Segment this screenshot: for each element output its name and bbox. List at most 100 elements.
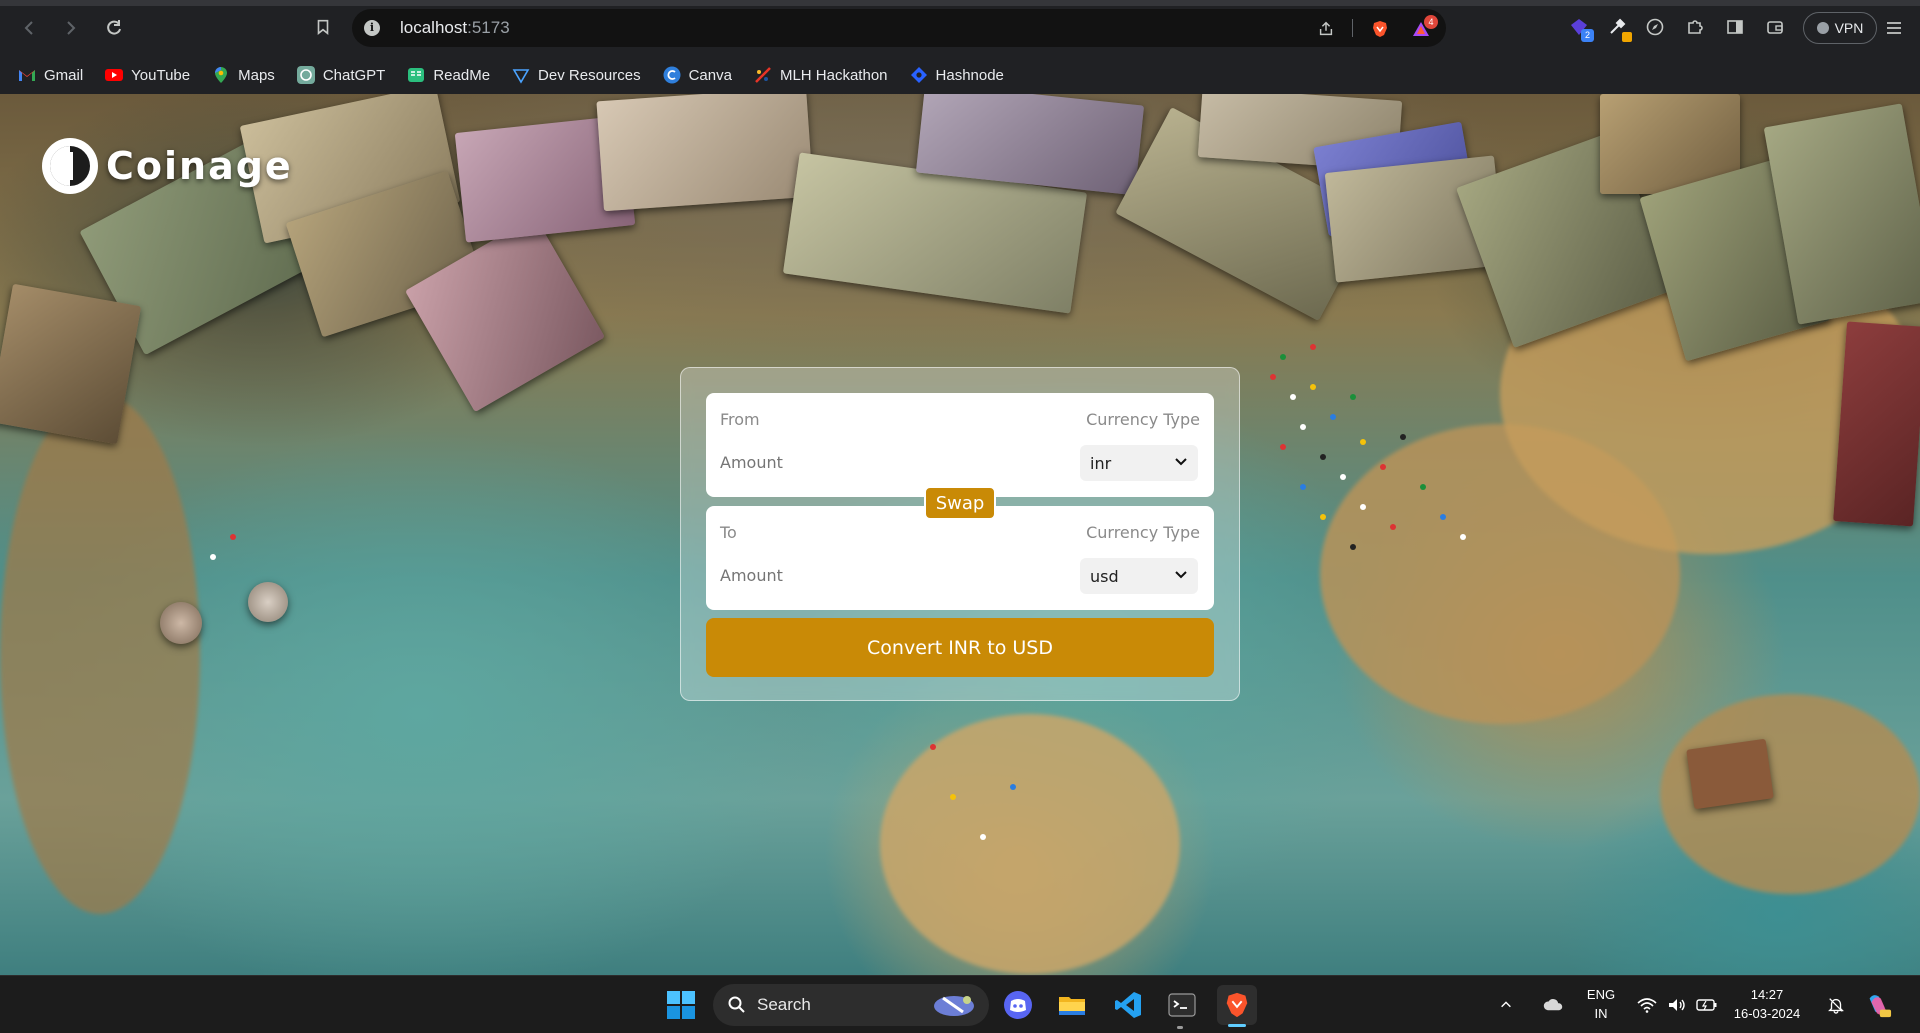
language-code: ENG xyxy=(1586,987,1616,1002)
banknote xyxy=(1833,321,1920,527)
swap-button[interactable]: Swap xyxy=(924,486,996,520)
region-code: IN xyxy=(1594,1006,1608,1021)
windows-taskbar: Search ENG IN 14:27 16-03-2024 xyxy=(0,975,1920,1033)
url-text: localhost:5173 xyxy=(400,18,510,38)
push-pin xyxy=(1310,344,1316,350)
forward-button[interactable] xyxy=(56,14,84,42)
wallet-button[interactable] xyxy=(1762,14,1788,40)
bell-icon xyxy=(1828,998,1844,1014)
url-port: :5173 xyxy=(467,18,510,37)
sidebar-icon xyxy=(1727,20,1743,34)
map-continent-south-america xyxy=(880,714,1180,974)
to-currency-value: usd xyxy=(1090,566,1119,586)
push-pin xyxy=(1320,514,1326,520)
battery-status[interactable] xyxy=(1694,985,1720,1025)
clock[interactable]: 14:27 16-03-2024 xyxy=(1732,985,1802,1023)
onedrive-button[interactable] xyxy=(1538,985,1568,1025)
running-indicator xyxy=(1177,1026,1183,1029)
taskbar-terminal[interactable] xyxy=(1162,985,1202,1025)
extension-3-button[interactable] xyxy=(1642,14,1668,40)
from-label: From xyxy=(720,410,760,429)
to-currency-select[interactable]: usd xyxy=(1080,558,1198,594)
chevron-down-icon xyxy=(1175,458,1187,466)
clock-date: 16-03-2024 xyxy=(1733,1006,1801,1021)
extensions-button[interactable] xyxy=(1682,14,1708,40)
from-currency-box: From Currency Type inr xyxy=(706,393,1214,497)
gmail-icon xyxy=(19,70,35,81)
back-button[interactable] xyxy=(16,14,44,42)
push-pin xyxy=(210,554,216,560)
chevron-down-icon xyxy=(1175,571,1187,579)
bookmark-gmail[interactable]: Gmail xyxy=(18,61,83,89)
chatgpt-icon xyxy=(296,66,315,84)
show-hidden-icons-button[interactable] xyxy=(1492,985,1520,1025)
bookmark-chatgpt[interactable]: ChatGPT xyxy=(296,61,385,89)
to-currency-box: To Currency Type usd xyxy=(706,506,1214,610)
sidebar-toggle-button[interactable] xyxy=(1722,14,1748,40)
taskbar-file-explorer[interactable] xyxy=(1052,985,1092,1025)
bookmark-youtube[interactable]: YouTube xyxy=(105,61,190,89)
push-pin xyxy=(1330,414,1336,420)
speaker-icon xyxy=(1669,999,1685,1011)
active-app-indicator xyxy=(1228,1024,1246,1027)
bookmark-hashnode[interactable]: Hashnode xyxy=(910,61,1004,89)
brave-rewards-button[interactable]: 4 xyxy=(1408,15,1438,41)
taskbar-search[interactable]: Search xyxy=(713,984,989,1026)
banknote xyxy=(0,283,142,445)
bookmark-dev-resources[interactable]: Dev Resources xyxy=(512,61,641,89)
to-amount-input[interactable] xyxy=(720,562,1040,588)
push-pin xyxy=(1420,484,1426,490)
address-bar[interactable]: i localhost:5173 4 xyxy=(352,9,1446,47)
page-viewport: Coinage From Currency Type inr To Curren… xyxy=(0,94,1920,975)
volume-status[interactable] xyxy=(1664,985,1690,1025)
cloud-icon xyxy=(1543,999,1563,1011)
app-logo[interactable]: Coinage xyxy=(42,138,293,194)
bookmark-canva[interactable]: Canva xyxy=(663,61,732,89)
browser-menu-button[interactable] xyxy=(1880,14,1908,42)
brave-lion-icon xyxy=(1373,21,1387,37)
from-currency-select[interactable]: inr xyxy=(1080,445,1198,481)
push-pin xyxy=(1290,394,1296,400)
bookmark-label: Maps xyxy=(238,66,275,84)
notifications-button[interactable] xyxy=(1822,985,1850,1025)
from-amount-input[interactable] xyxy=(720,449,1040,475)
push-pin xyxy=(930,744,936,750)
taskbar-search-label: Search xyxy=(757,995,811,1014)
tab-strip xyxy=(0,0,1920,6)
copilot-icon xyxy=(1869,995,1892,1018)
site-info-icon[interactable]: i xyxy=(364,20,380,36)
bookmark-readme[interactable]: ReadMe xyxy=(407,61,490,89)
bookmark-label: MLH Hackathon xyxy=(779,66,888,84)
push-pin xyxy=(1280,444,1286,450)
extension-2-button[interactable] xyxy=(1604,14,1632,42)
taskbar-discord[interactable] xyxy=(998,985,1038,1025)
app-logo-text: Coinage xyxy=(106,144,293,188)
taskbar-vscode[interactable] xyxy=(1108,985,1148,1025)
vpn-button[interactable]: VPN xyxy=(1803,12,1877,44)
push-pin xyxy=(1340,474,1346,480)
push-pin xyxy=(1300,484,1306,490)
vpn-status-icon xyxy=(1816,22,1829,34)
push-pin xyxy=(1360,439,1366,445)
share-icon xyxy=(1319,21,1333,36)
brave-browser-icon xyxy=(1226,992,1248,1018)
bookmark-label: Canva xyxy=(688,66,732,84)
reload-button[interactable] xyxy=(100,14,128,42)
bookmark-maps[interactable]: Maps xyxy=(212,61,275,89)
bookmark-mlh-hackathon[interactable]: MLH Hackathon xyxy=(754,61,888,89)
start-button[interactable] xyxy=(661,985,701,1025)
push-pin xyxy=(1300,424,1306,430)
extension-badge: 2 xyxy=(1581,29,1594,42)
input-language-indicator[interactable]: ENG IN xyxy=(1578,985,1624,1023)
extension-1-button[interactable]: 2 xyxy=(1566,14,1594,42)
convert-button[interactable]: Convert INR to USD xyxy=(706,618,1214,677)
wifi-status[interactable] xyxy=(1634,985,1660,1025)
bookmark-label: Dev Resources xyxy=(538,66,641,84)
back-arrow-icon xyxy=(24,21,33,35)
taskbar-brave-browser[interactable] xyxy=(1217,985,1257,1025)
dev-resources-icon xyxy=(512,69,530,84)
copilot-button[interactable] xyxy=(1860,985,1896,1025)
bookmark-page-button[interactable] xyxy=(310,14,336,40)
brave-shields-button[interactable] xyxy=(1368,17,1392,41)
share-button[interactable] xyxy=(1314,17,1338,41)
